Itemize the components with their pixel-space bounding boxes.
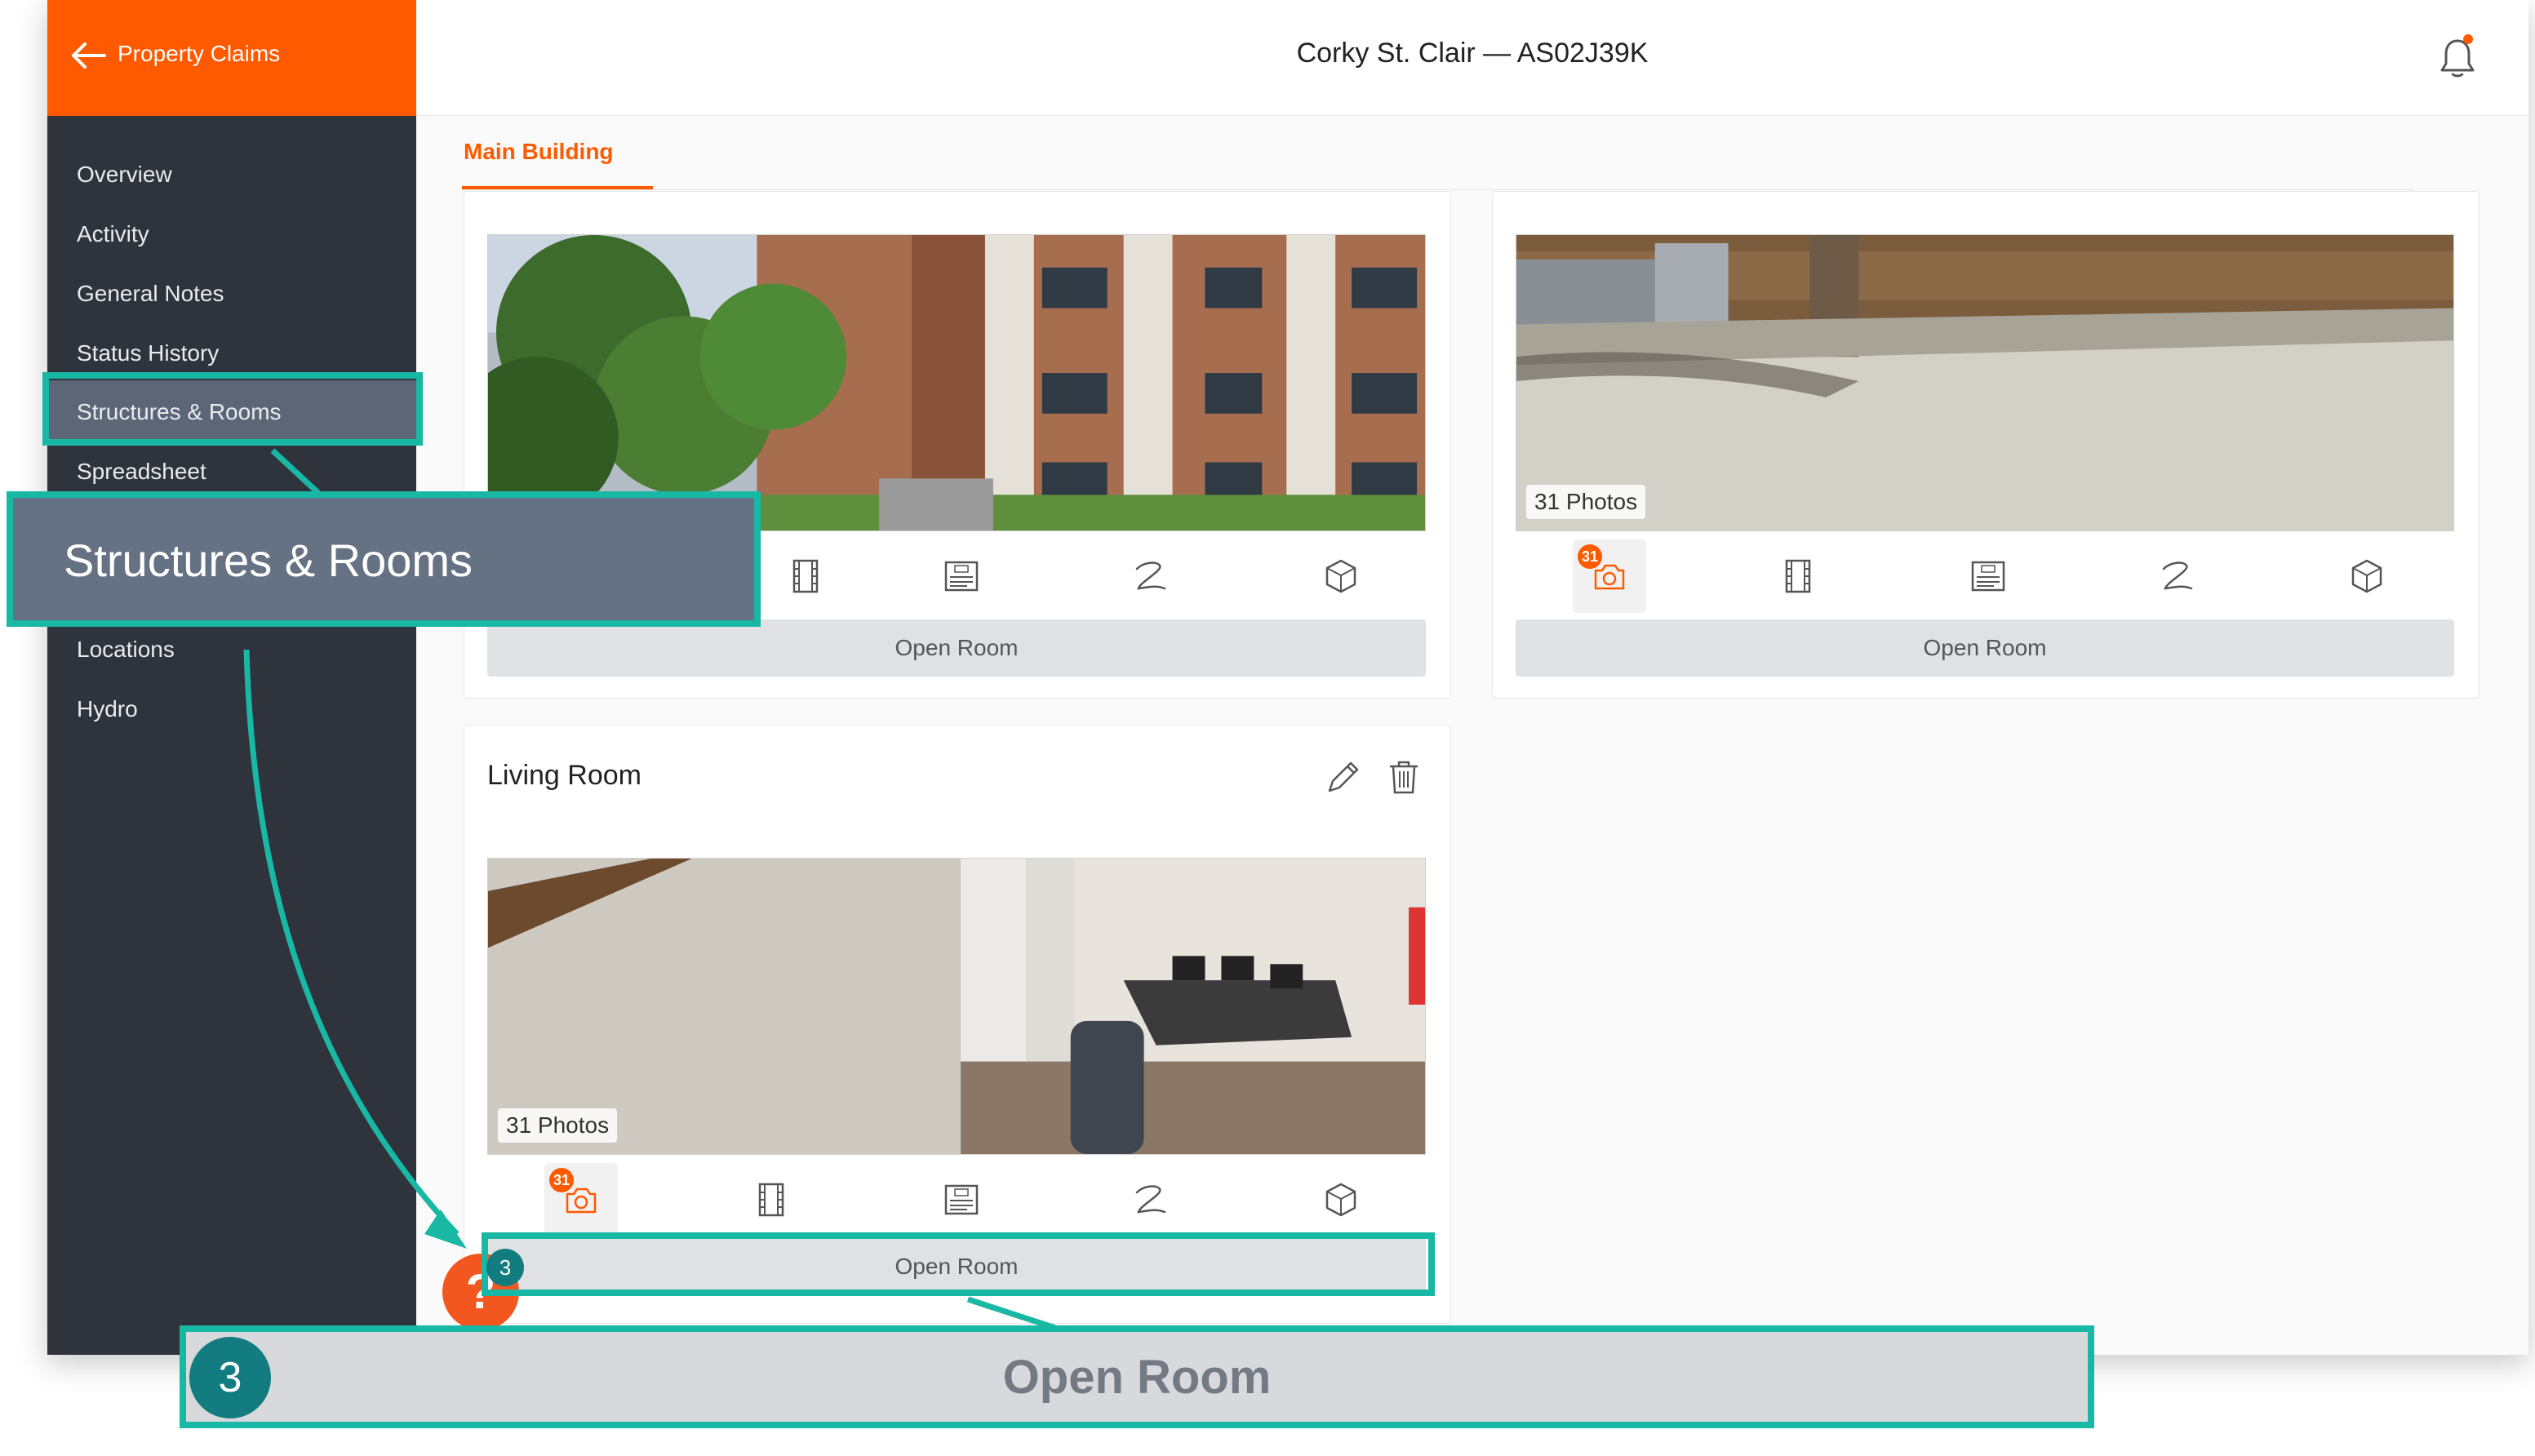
main-content: Main Building Open Room 31 Photos 31 Ope…	[416, 116, 2528, 1355]
brand-bar[interactable]: Property Claims	[47, 0, 416, 116]
bell-icon[interactable]	[2437, 36, 2478, 80]
sidebar-item-activity[interactable]: Activity	[77, 221, 149, 247]
sidebar-item-locations[interactable]: Locations	[77, 637, 175, 663]
pencil-icon[interactable]	[1323, 757, 1364, 797]
tutorial-highlight-open-room	[482, 1232, 1435, 1296]
room-tool-signature[interactable]	[2141, 539, 2214, 613]
cube-icon	[1325, 559, 1356, 593]
living-room-photo	[488, 859, 1425, 1154]
film-icon	[758, 1183, 784, 1217]
sidebar-item-status-history[interactable]: Status History	[77, 340, 219, 366]
photo-count-mini-badge: 31	[1578, 544, 1602, 569]
room-photo-pipe[interactable]: 31 Photos	[1516, 234, 2454, 531]
room-tools: 31	[1516, 539, 2454, 613]
document-icon	[944, 561, 979, 592]
open-room-button[interactable]: Open Room	[1516, 619, 2454, 677]
sidebar-item-spreadsheet[interactable]: Spreadsheet	[77, 459, 206, 485]
arrow-left-icon[interactable]	[69, 39, 108, 72]
cube-icon	[2351, 559, 2382, 593]
room-card: 31 Photos 31 Open Room	[1492, 191, 2480, 699]
room-tool-film[interactable]	[769, 539, 842, 613]
sidebar-item-overview[interactable]: Overview	[77, 162, 172, 188]
room-tool-3d[interactable]	[2330, 539, 2404, 613]
document-icon	[1971, 561, 2005, 592]
room-tool-camera[interactable]: 31	[544, 1163, 618, 1236]
film-icon	[1785, 559, 1811, 593]
tab-main-building[interactable]: Main Building	[464, 139, 614, 165]
pipe-photo	[1516, 235, 2453, 530]
signature-icon	[1135, 562, 1166, 590]
app-window: Property Claims Overview Activity Genera…	[47, 0, 2528, 1355]
room-tool-document[interactable]	[1951, 539, 2025, 613]
cube-icon	[1325, 1183, 1356, 1217]
room-tool-document[interactable]	[925, 1163, 998, 1236]
header: Corky St. Clair — AS02J39K	[416, 0, 2528, 116]
room-tool-3d[interactable]	[1304, 1163, 1378, 1236]
room-tool-film[interactable]	[1761, 539, 1835, 613]
tutorial-callout-sidebar: Structures & Rooms	[7, 491, 761, 627]
sidebar-item-hydro[interactable]: Hydro	[77, 696, 138, 722]
sidebar: Property Claims Overview Activity Genera…	[47, 0, 416, 1355]
tutorial-callout-text: Structures & Rooms	[64, 535, 473, 586]
room-name: Living Room	[487, 760, 642, 791]
tutorial-callout-open-room: 3 Open Room	[180, 1325, 2094, 1428]
notification-dot	[2463, 34, 2473, 44]
building-photo	[488, 235, 1425, 530]
sidebar-item-general-notes[interactable]: General Notes	[77, 281, 224, 307]
film-icon	[792, 559, 819, 593]
photo-count-badge: 31 Photos	[498, 1108, 618, 1143]
document-icon	[944, 1184, 979, 1215]
room-tool-3d[interactable]	[1304, 539, 1378, 613]
trash-icon[interactable]	[1383, 757, 1424, 797]
room-tool-film[interactable]	[735, 1163, 808, 1236]
photo-count-mini-badge: 31	[549, 1168, 574, 1192]
signature-icon	[1135, 1185, 1166, 1214]
tutorial-step-badge: 3	[486, 1249, 524, 1286]
photo-count-badge: 31 Photos	[1526, 485, 1646, 519]
tabs-divider	[462, 189, 2414, 190]
room-tool-signature[interactable]	[1114, 539, 1188, 613]
brand-title[interactable]: Property Claims	[118, 41, 280, 67]
room-tools: 31	[487, 1163, 1426, 1236]
room-tool-document[interactable]	[925, 539, 998, 613]
open-room-button[interactable]: Open Room	[487, 619, 1426, 677]
page-title: Corky St. Clair — AS02J39K	[1296, 38, 1649, 69]
room-tool-signature[interactable]	[1114, 1163, 1188, 1236]
signature-icon	[2162, 562, 2193, 590]
room-photo-living-room[interactable]: 31 Photos	[487, 858, 1426, 1155]
room-tool-camera[interactable]: 31	[1573, 539, 1646, 613]
tutorial-callout-open-room-text: Open Room	[1002, 1351, 1272, 1404]
room-photo-exterior[interactable]	[487, 234, 1426, 531]
tutorial-highlight-sidebar	[42, 372, 423, 446]
